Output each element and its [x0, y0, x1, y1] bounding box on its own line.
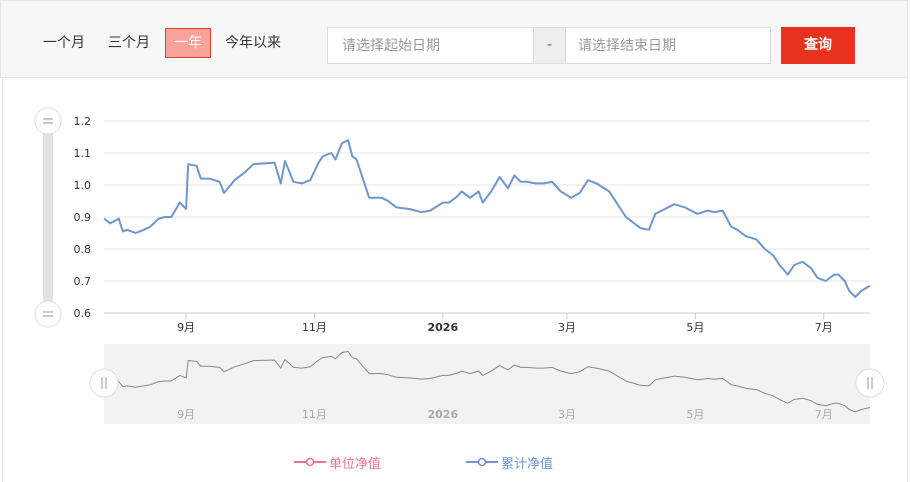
nav-line-chart: 0.6 0.7 0.8 0.9 1.0 1.1 1.2 9月 11月 2026 3月 5月 7月 9月 11…	[34, 107, 885, 424]
y-tick-label: 0.7	[74, 275, 92, 288]
navigator-tick-label: 7月	[815, 408, 833, 421]
x-tick-label: 7月	[815, 321, 833, 334]
x-tick-label: 5月	[686, 321, 704, 334]
navigator-handle-right[interactable]	[855, 368, 885, 398]
legend-cumulative-nav[interactable]: 累计净值	[465, 452, 565, 472]
y-tick-label: 0.6	[74, 307, 92, 320]
navigator-tick-label: 3月	[558, 408, 576, 421]
x-tick-label: 3月	[558, 321, 576, 334]
navigator-tick-label: 2026	[427, 408, 458, 421]
y-zoom-handle-circle	[34, 300, 62, 328]
navigator-tick-label: 5月	[686, 408, 704, 421]
navigator-handle-circle	[855, 368, 885, 398]
x-tick-label: 11月	[302, 321, 327, 334]
y-tick-label: 1.0	[74, 179, 92, 192]
x-tick-label: 2026	[427, 321, 458, 334]
legend-cumulative-nav-marker	[466, 457, 498, 467]
y-tick-label: 0.9	[74, 211, 92, 224]
y-zoom-handle-bottom[interactable]	[34, 300, 62, 328]
navigator-handle-circle	[89, 368, 119, 398]
navigator-background	[104, 344, 870, 424]
series-line-cumulative-nav	[103, 139, 871, 298]
legend-unit-nav-label: 单位净值	[329, 457, 382, 472]
legend-unit-nav-marker	[294, 457, 326, 467]
x-tick-label: 9月	[177, 321, 195, 334]
navigator-tick-label: 9月	[177, 408, 195, 421]
y-tick-label: 1.1	[74, 147, 92, 160]
navigator-handle-left[interactable]	[89, 368, 119, 398]
y-tick-label: 0.8	[74, 243, 92, 256]
y-tick-label: 1.2	[74, 115, 92, 128]
y-zoom-track	[43, 122, 53, 312]
y-zoom-handle-top[interactable]	[34, 107, 62, 135]
y-zoom-handle-circle	[34, 107, 62, 135]
navigator-tick-label: 11月	[302, 408, 327, 421]
legend-unit-nav[interactable]: 单位净值	[293, 452, 393, 472]
legend-cumulative-nav-label: 累计净值	[501, 457, 554, 472]
